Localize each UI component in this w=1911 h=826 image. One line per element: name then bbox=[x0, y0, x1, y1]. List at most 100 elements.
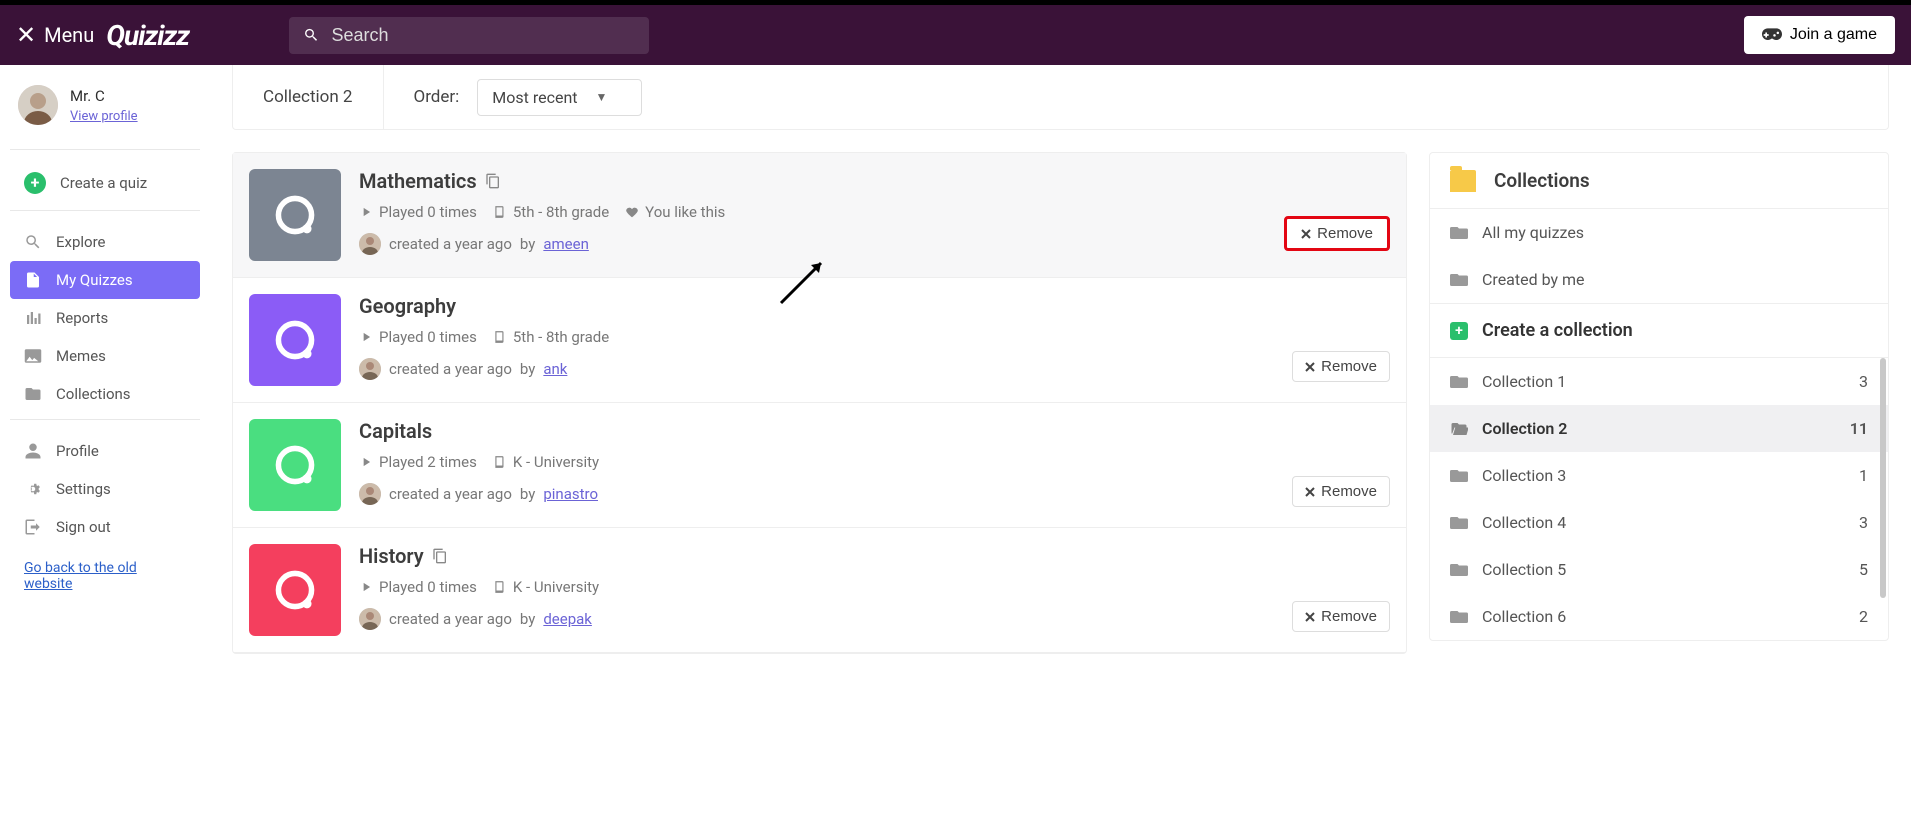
created-text: created a year ago bbox=[389, 235, 512, 253]
author-link[interactable]: ameen bbox=[543, 235, 589, 253]
view-profile-link[interactable]: View profile bbox=[70, 109, 138, 124]
search-icon bbox=[24, 233, 42, 251]
rc-label: All my quizzes bbox=[1482, 223, 1584, 242]
close-icon bbox=[1301, 229, 1311, 239]
image-icon bbox=[24, 347, 42, 365]
avatar[interactable] bbox=[18, 85, 58, 125]
sidebar-item-signout[interactable]: Sign out bbox=[10, 508, 200, 546]
plays-indicator: Played 0 times bbox=[359, 578, 477, 596]
collection-item[interactable]: Collection 55 bbox=[1430, 546, 1888, 593]
folder-icon bbox=[1450, 562, 1468, 578]
rc-create-label: Create a collection bbox=[1482, 320, 1633, 341]
sidebar-item-settings[interactable]: Settings bbox=[10, 470, 200, 508]
plays-indicator: Played 0 times bbox=[359, 328, 477, 346]
plays-indicator: Played 2 times bbox=[359, 453, 477, 471]
old-website-link[interactable]: Go back to the old website bbox=[10, 546, 200, 606]
folder-icon bbox=[1450, 609, 1468, 625]
quiz-title: Capitals bbox=[359, 419, 1390, 443]
quiz-title-text: History bbox=[359, 544, 424, 568]
author-avatar bbox=[359, 483, 381, 505]
divider bbox=[10, 210, 200, 211]
chart-icon bbox=[24, 309, 42, 327]
menu-button[interactable]: ✕ Menu bbox=[16, 21, 94, 49]
collection-list: Collection 13Collection 211Collection 31… bbox=[1430, 358, 1888, 640]
created-text: created a year ago bbox=[389, 485, 512, 503]
scrollbar-thumb[interactable] bbox=[1880, 358, 1886, 598]
join-game-button[interactable]: Join a game bbox=[1744, 16, 1895, 54]
collections-header: Collections bbox=[1430, 153, 1888, 209]
quiz-list: Mathematics Played 0 times 5th - 8th gra… bbox=[232, 152, 1407, 654]
copy-icon bbox=[432, 548, 448, 564]
collection-item[interactable]: Collection 31 bbox=[1430, 452, 1888, 499]
remove-button[interactable]: Remove bbox=[1284, 216, 1390, 251]
collection-item[interactable]: Collection 4 3 bbox=[1430, 499, 1888, 546]
collection-item[interactable]: Collection 211 bbox=[1430, 405, 1888, 452]
remove-button[interactable]: Remove bbox=[1292, 476, 1390, 507]
remove-button[interactable]: Remove bbox=[1292, 351, 1390, 382]
sidebar-item-explore[interactable]: Explore bbox=[10, 223, 200, 261]
sidebar-item-memes[interactable]: Memes bbox=[10, 337, 200, 375]
collection-item[interactable]: Collection 13 bbox=[1430, 358, 1888, 405]
logo[interactable]: Quizizz bbox=[106, 19, 189, 52]
remove-label: Remove bbox=[1321, 483, 1377, 500]
collection-count: 3 bbox=[1859, 372, 1868, 391]
search-box[interactable] bbox=[289, 17, 649, 54]
sidebar-item-profile[interactable]: Profile bbox=[10, 432, 200, 470]
heart-icon bbox=[625, 205, 639, 219]
copy-icon bbox=[485, 173, 501, 189]
close-icon: ✕ bbox=[16, 21, 36, 49]
book-icon bbox=[493, 455, 507, 469]
quiz-byline: created a year ago by ameen bbox=[359, 233, 1390, 255]
grade-text: 5th - 8th grade bbox=[513, 203, 609, 221]
author-link[interactable]: deepak bbox=[543, 610, 592, 628]
sidebar-label: Collections bbox=[56, 385, 131, 403]
sidebar-label: Profile bbox=[56, 442, 99, 460]
book-icon bbox=[493, 580, 507, 594]
plays-text: Played 0 times bbox=[379, 328, 477, 346]
sidebar-item-reports[interactable]: Reports bbox=[10, 299, 200, 337]
order-label: Order: bbox=[414, 87, 460, 107]
search-input[interactable] bbox=[332, 25, 636, 46]
order-dropdown[interactable]: Most recent ▼ bbox=[477, 79, 642, 116]
grade-indicator: K - University bbox=[493, 578, 599, 596]
grade-indicator: 5th - 8th grade bbox=[493, 203, 609, 221]
author-link[interactable]: ank bbox=[543, 360, 567, 378]
close-icon bbox=[1305, 362, 1315, 372]
menu-label: Menu bbox=[44, 23, 94, 47]
created-by-me-link[interactable]: Created by me bbox=[1430, 256, 1888, 303]
quiz-byline: created a year ago by deepak bbox=[359, 608, 1390, 630]
created-text: created a year ago bbox=[389, 360, 512, 378]
folder-icon bbox=[1450, 225, 1468, 241]
sidebar-item-my-quizzes[interactable]: My Quizzes bbox=[10, 261, 200, 299]
remove-button[interactable]: Remove bbox=[1292, 601, 1390, 632]
gear-icon bbox=[24, 480, 42, 498]
quiz-byline: created a year ago by pinastro bbox=[359, 483, 1390, 505]
like-indicator: You like this bbox=[625, 203, 725, 221]
by-text: by bbox=[520, 610, 535, 628]
quiz-byline: created a year ago by ank bbox=[359, 358, 1390, 380]
sidebar-item-collections[interactable]: Collections bbox=[10, 375, 200, 413]
create-quiz-button[interactable]: + Create a quiz bbox=[10, 162, 200, 204]
quiz-card[interactable]: Capitals Played 2 times K - University c… bbox=[233, 403, 1406, 528]
sidebar-label: Reports bbox=[56, 309, 108, 327]
collection-toolbar: Collection 2 Order: Most recent ▼ bbox=[232, 65, 1889, 130]
sidebar-label: Sign out bbox=[56, 518, 111, 536]
quiz-card[interactable]: Geography Played 0 times 5th - 8th grade… bbox=[233, 278, 1406, 403]
quiz-card[interactable]: History Played 0 times K - University cr… bbox=[233, 528, 1406, 653]
collections-panel: Collections All my quizzes Created by me… bbox=[1429, 152, 1889, 641]
folder-icon bbox=[1450, 468, 1468, 484]
collection-count: 5 bbox=[1859, 560, 1868, 579]
plus-icon: + bbox=[1450, 322, 1468, 340]
all-my-quizzes-link[interactable]: All my quizzes bbox=[1430, 209, 1888, 256]
quiz-body: Geography Played 0 times 5th - 8th grade… bbox=[359, 294, 1390, 386]
profile-name: Mr. C bbox=[70, 87, 138, 105]
collection-item[interactable]: Collection 62 bbox=[1430, 593, 1888, 640]
quiz-body: Mathematics Played 0 times 5th - 8th gra… bbox=[359, 169, 1390, 261]
create-collection-button[interactable]: + Create a collection bbox=[1430, 304, 1888, 357]
quiz-meta: Played 0 times 5th - 8th grade You like … bbox=[359, 203, 1390, 221]
collection-count: 3 bbox=[1859, 513, 1868, 532]
author-link[interactable]: pinastro bbox=[543, 485, 598, 503]
quiz-card[interactable]: Mathematics Played 0 times 5th - 8th gra… bbox=[233, 153, 1406, 278]
collection-label: Collection 4 bbox=[1482, 513, 1566, 532]
plays-indicator: Played 0 times bbox=[359, 203, 477, 221]
